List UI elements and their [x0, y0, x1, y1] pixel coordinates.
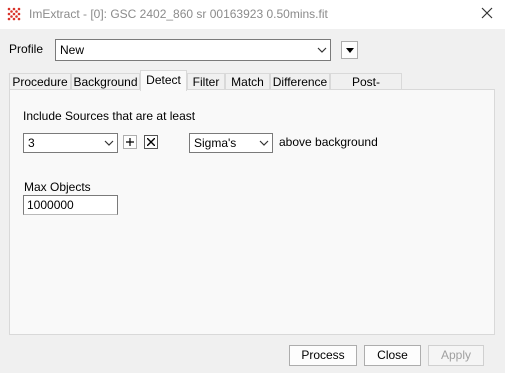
tab-background[interactable]: Background — [71, 73, 140, 90]
chevron-down-icon — [259, 140, 269, 146]
caret-down-icon — [346, 48, 354, 53]
tab-detect[interactable]: Detect — [140, 70, 187, 91]
profile-select[interactable]: New — [55, 39, 331, 61]
apply-button[interactable]: Apply — [428, 345, 484, 366]
profile-menu-button[interactable] — [341, 41, 358, 59]
process-button[interactable]: Process — [289, 345, 357, 366]
profile-label: Profile — [9, 42, 44, 56]
window-title: ImExtract - [0]: GSC 2402_860 sr 0016392… — [29, 7, 328, 21]
close-icon[interactable] — [479, 5, 495, 21]
profile-value: New — [60, 43, 85, 57]
include-sources-label: Include Sources that are at least — [23, 109, 196, 123]
detect-panel: Include Sources that are at least 3 Sigm… — [9, 89, 495, 335]
tab-match[interactable]: Match — [225, 73, 270, 90]
tab-procedure[interactable]: Procedure — [9, 73, 71, 90]
threshold-value: 3 — [28, 136, 35, 150]
close-button[interactable]: Close — [364, 345, 421, 366]
tab-filter[interactable]: Filter — [187, 73, 225, 90]
unit-value: Sigma's — [194, 136, 237, 150]
chevron-down-icon — [317, 47, 327, 53]
max-objects-label: Max Objects — [24, 180, 91, 194]
threshold-select[interactable]: 3 — [23, 133, 118, 153]
chevron-down-icon — [104, 140, 114, 146]
max-objects-value: 1000000 — [27, 198, 74, 212]
increment-button[interactable] — [123, 135, 137, 149]
max-objects-input[interactable]: 1000000 — [23, 195, 118, 215]
plus-icon — [126, 138, 134, 146]
x-mark-icon — [147, 138, 155, 146]
title-bar: ImExtract - [0]: GSC 2402_860 sr 0016392… — [0, 0, 505, 29]
tab-difference[interactable]: Difference — [270, 73, 330, 90]
app-icon — [7, 7, 21, 21]
tab-post-process[interactable]: Post-process — [330, 73, 402, 105]
unit-select[interactable]: Sigma's — [189, 133, 273, 153]
clear-button[interactable] — [144, 135, 158, 149]
above-background-label: above background — [279, 135, 378, 149]
